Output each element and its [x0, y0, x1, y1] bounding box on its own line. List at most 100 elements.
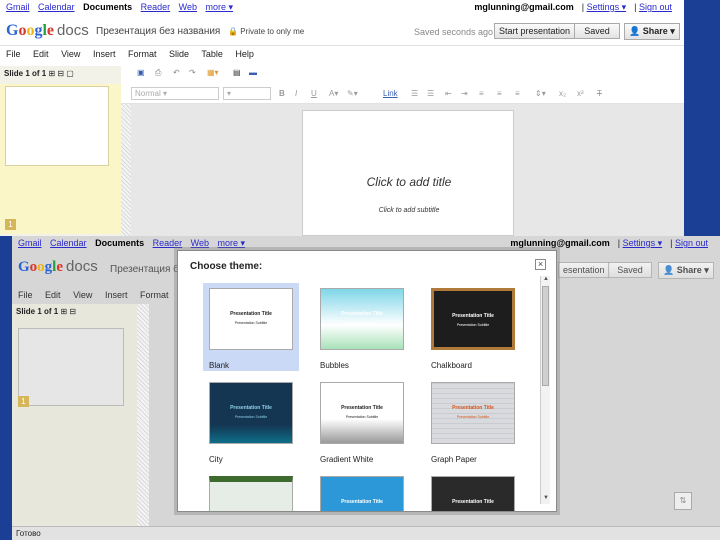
theme-preview[interactable]: Presentation Title Presentation Subtitle	[431, 288, 515, 350]
signout-link[interactable]: Sign out	[675, 238, 708, 248]
theme-option[interactable]: Presentation Title	[314, 471, 410, 511]
gbar-link-gmail[interactable]: Gmail	[6, 2, 30, 12]
theme-preview[interactable]: Presentation Title Presentation Subtitle	[209, 288, 293, 350]
save-icon[interactable]: ▣	[137, 68, 145, 77]
signout-link[interactable]: Sign out	[639, 2, 672, 12]
slide-layout-icon[interactable]: ▬	[249, 68, 257, 77]
scroll-up-icon[interactable]: ▲	[541, 276, 551, 285]
theme-option[interactable]	[203, 471, 299, 511]
gbar-link-more[interactable]: more ▾	[218, 238, 246, 248]
numbered-list-icon[interactable]: ☰	[411, 89, 418, 98]
settings-link[interactable]: Settings ▾	[587, 2, 627, 12]
font-size-select[interactable]: ▾	[223, 87, 271, 100]
slide-thumbnail[interactable]	[5, 86, 109, 166]
gbar-link-more[interactable]: more ▾	[206, 2, 234, 12]
menu-help[interactable]: Help	[235, 49, 254, 59]
clear-format-icon[interactable]: T	[597, 89, 602, 98]
saved-button[interactable]: Saved	[574, 23, 620, 39]
link-button[interactable]: Link	[383, 89, 398, 98]
close-icon[interactable]: ×	[535, 259, 546, 270]
slide-nav-icon[interactable]: ⇅	[674, 492, 692, 510]
google-docs-logo[interactable]: Google docs	[6, 22, 89, 40]
gbar-link-reader[interactable]: Reader	[153, 238, 183, 248]
insert-image-icon[interactable]: ▦▾	[207, 68, 219, 77]
theme-option[interactable]: Presentation Title Presentation Subtitle B…	[314, 283, 410, 371]
theme-preview-title: Presentation Title	[230, 405, 272, 411]
theme-option[interactable]: Presentation Title Presentation Subtitle C…	[203, 377, 299, 465]
highlight-icon[interactable]: ✎▾	[347, 89, 358, 98]
bulleted-list-icon[interactable]: ☰	[427, 89, 434, 98]
slide-canvas[interactable]: Click to add title Click to add subtitle	[302, 110, 514, 236]
text-box-icon[interactable]: ▤	[233, 68, 241, 77]
align-center-icon[interactable]: ≡	[497, 89, 502, 98]
gbar-link-gmail[interactable]: Gmail	[18, 238, 42, 248]
gbar-link-web[interactable]: Web	[191, 238, 209, 248]
gbar-link-documents[interactable]: Documents	[83, 2, 132, 12]
redo-icon[interactable]: ↷	[189, 68, 196, 77]
google-docs-logo[interactable]: Google docs	[18, 258, 98, 276]
theme-option[interactable]: Presentation Title Presentation Subtitle G…	[314, 377, 410, 465]
font-style-select[interactable]: Normal ▾	[131, 87, 219, 100]
gbar-link-web[interactable]: Web	[179, 2, 197, 12]
theme-preview-subtitle: Presentation Subtitle	[345, 321, 379, 325]
align-left-icon[interactable]: ≡	[479, 89, 484, 98]
menu-view[interactable]: View	[73, 290, 92, 300]
settings-link[interactable]: Settings ▾	[623, 238, 663, 248]
theme-name: Gradient White	[320, 455, 374, 464]
menu-table[interactable]: Table	[201, 49, 223, 59]
menu-format[interactable]: Format	[140, 290, 169, 300]
slide-thumbnail[interactable]	[18, 328, 124, 406]
theme-option[interactable]: Presentation Title Presentation Subtitle C…	[425, 283, 521, 371]
underline-icon[interactable]: U	[311, 89, 317, 98]
italic-icon[interactable]: I	[295, 89, 297, 98]
gbar-link-calendar[interactable]: Calendar	[38, 2, 75, 12]
gbar-separator: |	[670, 238, 673, 248]
saved-button[interactable]: Saved	[608, 262, 652, 278]
start-presentation-button[interactable]: Start presentation	[494, 23, 576, 39]
document-title[interactable]: Презентация б	[110, 264, 179, 275]
theme-preview[interactable]: Presentation Title Presentation Subtitle	[209, 382, 293, 444]
subscript-icon[interactable]: x₂	[559, 89, 566, 98]
theme-preview[interactable]: Presentation Title	[431, 476, 515, 511]
superscript-icon[interactable]: x²	[577, 89, 584, 98]
theme-preview[interactable]: Presentation Title Presentation Subtitle	[320, 382, 404, 444]
menu-file[interactable]: File	[18, 290, 33, 300]
line-spacing-icon[interactable]: ⇕▾	[535, 89, 546, 98]
title-placeholder[interactable]: Click to add title	[303, 175, 515, 189]
outdent-icon[interactable]: ⇥	[461, 89, 468, 98]
print-icon[interactable]: ⎙	[155, 68, 161, 78]
menu-view[interactable]: View	[61, 49, 80, 59]
share-button[interactable]: 👤 Share ▾	[658, 262, 714, 279]
theme-option[interactable]: Presentation Title Presentation Subtitle B…	[203, 283, 299, 371]
share-button[interactable]: 👤 Share ▾	[624, 23, 680, 40]
menu-file[interactable]: File	[6, 49, 21, 59]
theme-option[interactable]: Presentation Title	[425, 471, 521, 511]
menu-edit[interactable]: Edit	[45, 290, 61, 300]
theme-preview[interactable]: Presentation Title	[320, 476, 404, 511]
theme-preview-title: Presentation Title	[452, 313, 494, 319]
bold-icon[interactable]: B	[279, 89, 285, 98]
theme-option[interactable]: Presentation Title Presentation Subtitle G…	[425, 377, 521, 465]
document-title[interactable]: Презентация без названия	[96, 26, 220, 37]
menu-insert[interactable]: Insert	[105, 290, 128, 300]
theme-preview[interactable]: Presentation Title Presentation Subtitle	[431, 382, 515, 444]
theme-scrollbar[interactable]: ▲ ▼	[540, 276, 550, 504]
indent-icon[interactable]: ⇤	[445, 89, 452, 98]
gbar-link-reader[interactable]: Reader	[141, 2, 171, 12]
scroll-thumb[interactable]	[542, 286, 549, 386]
menu-slide[interactable]: Slide	[169, 49, 189, 59]
align-right-icon[interactable]: ≡	[515, 89, 520, 98]
scroll-down-icon[interactable]: ▼	[541, 495, 551, 504]
text-color-icon[interactable]: A▾	[329, 89, 338, 98]
undo-icon[interactable]: ↶	[173, 68, 180, 77]
slide-number-badge: 1	[5, 219, 16, 230]
menu-insert[interactable]: Insert	[93, 49, 116, 59]
theme-preview[interactable]: Presentation Title Presentation Subtitle	[320, 288, 404, 350]
gbar-link-calendar[interactable]: Calendar	[50, 238, 87, 248]
menu-edit[interactable]: Edit	[33, 49, 49, 59]
gbar-link-documents[interactable]: Documents	[95, 238, 144, 248]
start-presentation-button[interactable]: esentation	[558, 262, 610, 278]
menu-format[interactable]: Format	[128, 49, 157, 59]
subtitle-placeholder[interactable]: Click to add subtitle	[303, 207, 515, 214]
theme-preview[interactable]	[209, 476, 293, 511]
